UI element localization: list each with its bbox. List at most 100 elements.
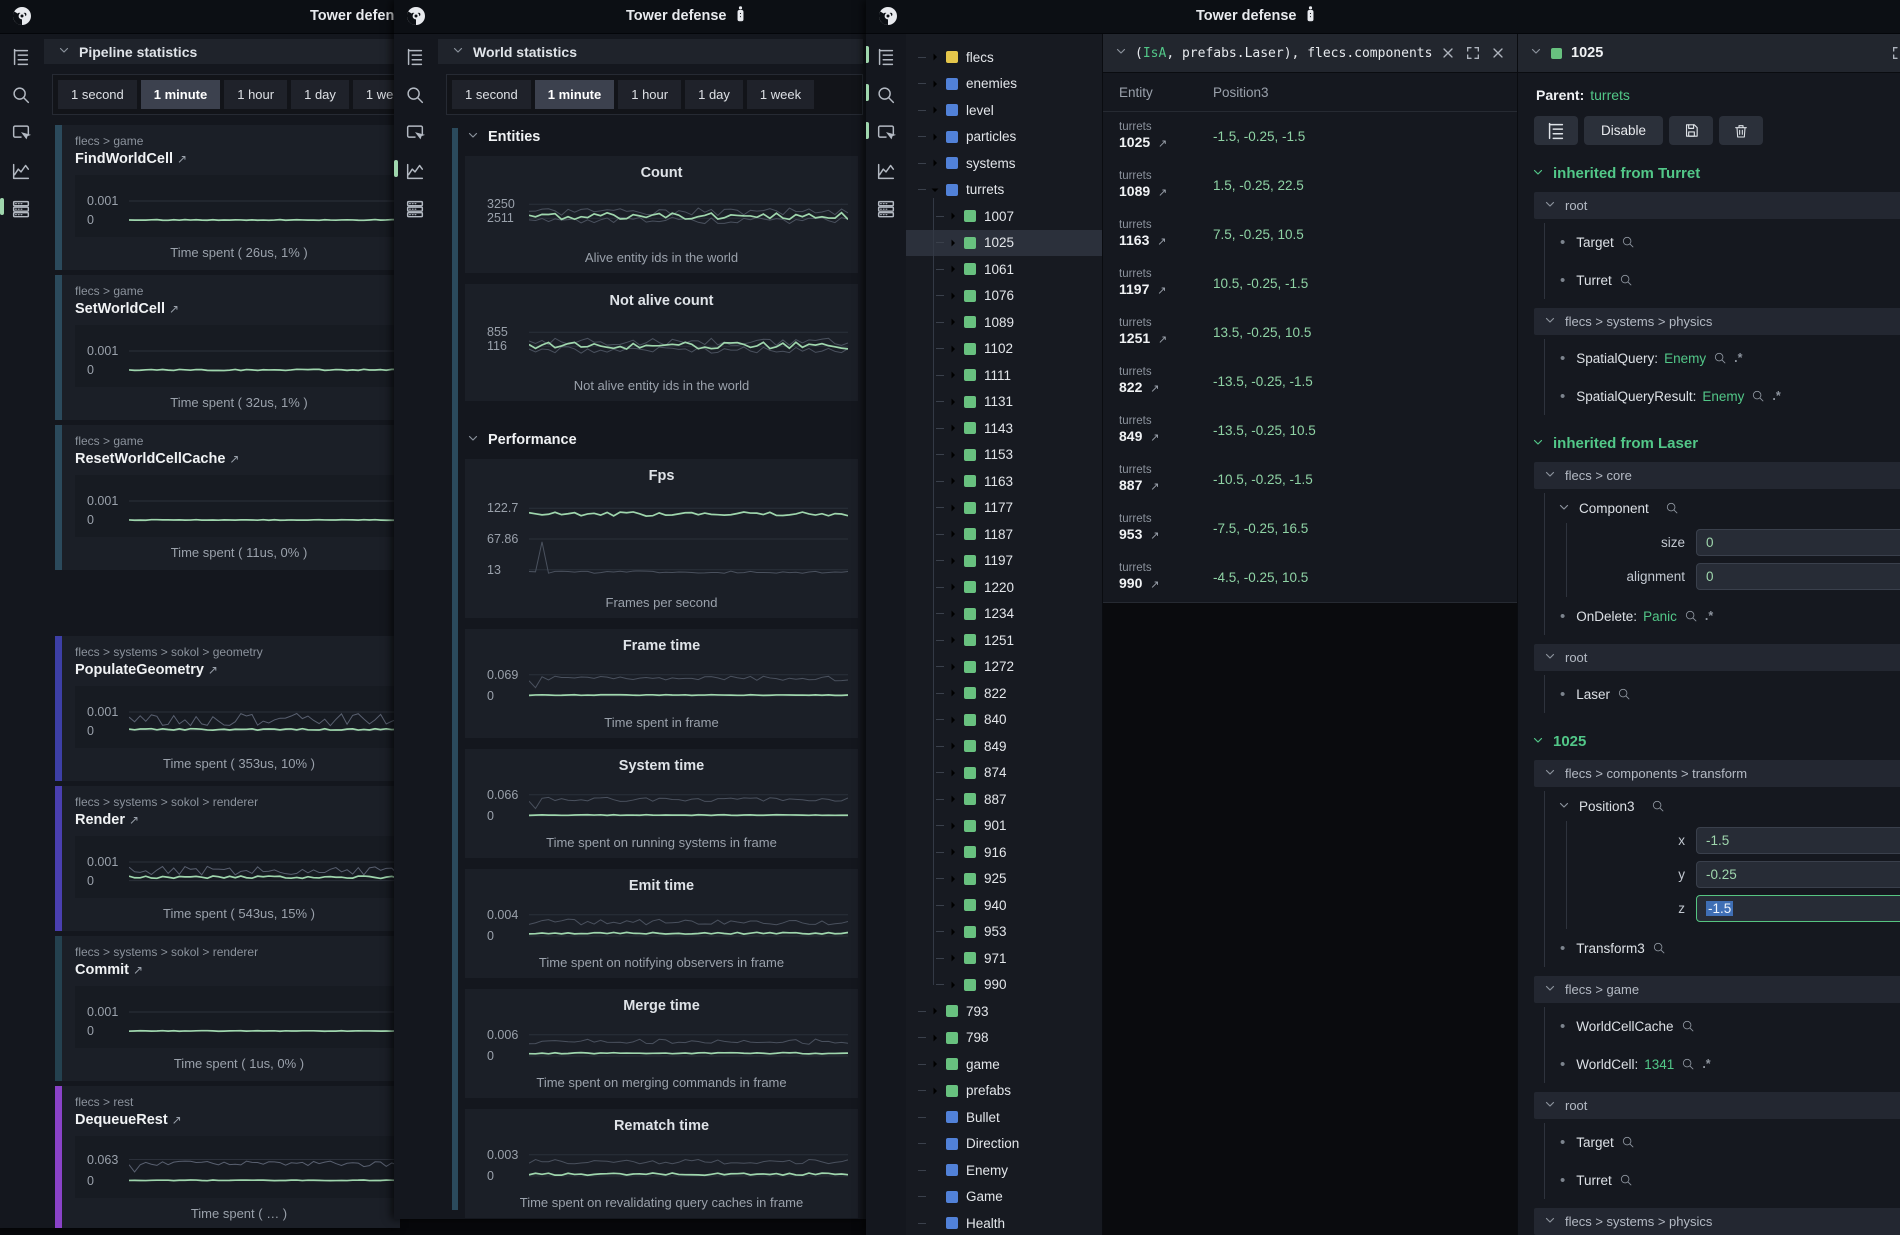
table-icon[interactable] <box>875 198 897 220</box>
inspect-icon[interactable] <box>10 122 32 144</box>
tree-item-798[interactable]: 798 <box>906 1025 1102 1052</box>
chevron-right-icon[interactable] <box>947 952 960 964</box>
component-item-WorldCell[interactable]: • WorldCell: 1341 .* <box>1545 1045 1900 1083</box>
tree-item-1251[interactable]: 1251 <box>906 627 1102 654</box>
tree-item-prefabs[interactable]: prefabs <box>906 1078 1102 1105</box>
tree-item-849[interactable]: 849 <box>906 733 1102 760</box>
query-result-row[interactable]: turrets 887 ↗ -10.5, -0.25, -1.5 <box>1103 455 1517 504</box>
table-icon[interactable] <box>10 198 32 220</box>
tree-item-particles[interactable]: particles <box>906 124 1102 151</box>
search-icon[interactable] <box>404 84 426 106</box>
entity-cell[interactable]: turrets 990 ↗ <box>1103 562 1197 594</box>
tree-item-enemies[interactable]: enemies <box>906 71 1102 98</box>
chevron-down-icon[interactable] <box>467 128 479 146</box>
tab-1-week[interactable]: 1 week <box>353 80 400 109</box>
component-item-Target[interactable]: • Target <box>1545 223 1900 261</box>
component-item-Transform3[interactable]: • Transform3 <box>1545 929 1900 967</box>
entity-id-link[interactable]: 1251 ↗ <box>1119 330 1197 349</box>
query-result-row[interactable]: turrets 953 ↗ -7.5, -0.25, 16.5 <box>1103 504 1517 553</box>
scope-header-root[interactable]: root <box>1534 644 1900 671</box>
entity-cell[interactable]: turrets 1197 ↗ <box>1103 268 1197 300</box>
chevron-right-icon[interactable] <box>947 820 960 832</box>
entity-id-link[interactable]: 849 ↗ <box>1119 428 1197 447</box>
system-name-link[interactable]: ResetWorldCellCache↗ <box>75 451 400 467</box>
chevron-right-icon[interactable] <box>929 1058 942 1070</box>
tree-icon[interactable] <box>10 46 32 68</box>
pair-wildcard-icon[interactable]: .* <box>1705 609 1713 623</box>
tree-item-game[interactable]: game <box>906 1051 1102 1078</box>
tree-item-971[interactable]: 971 <box>906 945 1102 972</box>
chevron-right-icon[interactable] <box>947 237 960 249</box>
tab-1-day[interactable]: 1 day <box>291 80 349 109</box>
save-button[interactable] <box>1669 116 1713 145</box>
tab-1-day[interactable]: 1 day <box>685 80 743 109</box>
tree-item-1025[interactable]: 1025 <box>906 230 1102 257</box>
scope-header-root[interactable]: root <box>1534 192 1900 219</box>
tree-item-1061[interactable]: 1061 <box>906 256 1102 283</box>
search-icon[interactable] <box>10 84 32 106</box>
chevron-right-icon[interactable] <box>947 767 960 779</box>
search-icon[interactable] <box>1619 273 1633 287</box>
chevron-right-icon[interactable] <box>947 661 960 673</box>
window-header[interactable]: Tower defense <box>866 0 1900 34</box>
chevron-right-icon[interactable] <box>929 51 942 63</box>
entity-cell[interactable]: turrets 849 ↗ <box>1103 415 1197 447</box>
chevron-down-icon[interactable] <box>1532 733 1544 750</box>
component-item-OnDelete[interactable]: • OnDelete: Panic .* <box>1545 597 1900 635</box>
query-result-row[interactable]: turrets 990 ↗ -4.5, -0.25, 10.5 <box>1103 553 1517 602</box>
chevron-right-icon[interactable] <box>947 263 960 275</box>
search-icon[interactable] <box>1621 1135 1635 1149</box>
chevron-down-icon[interactable] <box>1530 44 1542 62</box>
system-name-link[interactable]: PopulateGeometry↗ <box>75 662 400 678</box>
tree-item-1143[interactable]: 1143 <box>906 415 1102 442</box>
query-result-row[interactable]: turrets 1089 ↗ 1.5, -0.25, 22.5 <box>1103 161 1517 210</box>
component-header-Position3[interactable]: Position3 <box>1545 791 1900 821</box>
inspect-icon[interactable] <box>404 122 426 144</box>
query-result-row[interactable]: turrets 1163 ↗ 7.5, -0.25, 10.5 <box>1103 210 1517 259</box>
chevron-right-icon[interactable] <box>947 555 960 567</box>
chevron-right-icon[interactable] <box>947 210 960 222</box>
component-item-WorldCellCache[interactable]: • WorldCellCache <box>1545 1007 1900 1045</box>
entity-cell[interactable]: turrets 953 ↗ <box>1103 513 1197 545</box>
tree-item-1220[interactable]: 1220 <box>906 574 1102 601</box>
chevron-down-icon[interactable] <box>1115 44 1127 62</box>
tree-item-1187[interactable]: 1187 <box>906 521 1102 548</box>
chevron-right-icon[interactable] <box>929 78 942 90</box>
chevron-right-icon[interactable] <box>947 475 960 487</box>
tab-1-second[interactable]: 1 second <box>452 80 531 109</box>
x-input[interactable]: -1.5 <box>1696 827 1900 854</box>
search-icon[interactable] <box>1619 1173 1633 1187</box>
chevron-right-icon[interactable] <box>947 793 960 805</box>
component-item-Target[interactable]: • Target <box>1545 1123 1900 1161</box>
entity-id-link[interactable]: 1163 ↗ <box>1119 232 1197 251</box>
tree-item-1234[interactable]: 1234 <box>906 601 1102 628</box>
tree-item-Game[interactable]: Game <box>906 1184 1102 1211</box>
chevron-down-icon[interactable] <box>929 184 942 196</box>
chevron-right-icon[interactable] <box>947 608 960 620</box>
chevron-down-icon[interactable] <box>58 43 70 61</box>
chevron-down-icon[interactable] <box>1544 468 1556 483</box>
tree-item-1102[interactable]: 1102 <box>906 336 1102 363</box>
entity-id-link[interactable]: 887 ↗ <box>1119 477 1197 496</box>
chevron-right-icon[interactable] <box>947 581 960 593</box>
query-result-row[interactable]: turrets 1025 ↗ -1.5, -0.25, -1.5 <box>1103 112 1517 161</box>
window-header[interactable]: Tower defense <box>0 0 400 34</box>
chevron-right-icon[interactable] <box>947 422 960 434</box>
tree-item-1272[interactable]: 1272 <box>906 654 1102 681</box>
entity-cell[interactable]: turrets 1251 ↗ <box>1103 317 1197 349</box>
parent-link[interactable]: turrets <box>1590 87 1630 103</box>
entity-id-link[interactable]: 1197 ↗ <box>1119 281 1197 300</box>
tree-item-901[interactable]: 901 <box>906 813 1102 840</box>
tree-item-1089[interactable]: 1089 <box>906 309 1102 336</box>
tree-item-840[interactable]: 840 <box>906 707 1102 734</box>
entity-id-link[interactable]: 1025 ↗ <box>1119 134 1197 153</box>
chevron-down-icon[interactable] <box>1544 982 1556 997</box>
inspector-section-inherited-from-Laser[interactable]: inherited from Laser <box>1532 435 1900 452</box>
tree-item-1197[interactable]: 1197 <box>906 548 1102 575</box>
tree-icon[interactable] <box>404 46 426 68</box>
tree-icon[interactable] <box>875 46 897 68</box>
size-input[interactable]: 0 <box>1696 529 1900 556</box>
close-icon[interactable] <box>1490 45 1507 62</box>
scope-header-flecs-systems-physics[interactable]: flecs > systems > physics <box>1534 308 1900 335</box>
chevron-right-icon[interactable] <box>947 290 960 302</box>
